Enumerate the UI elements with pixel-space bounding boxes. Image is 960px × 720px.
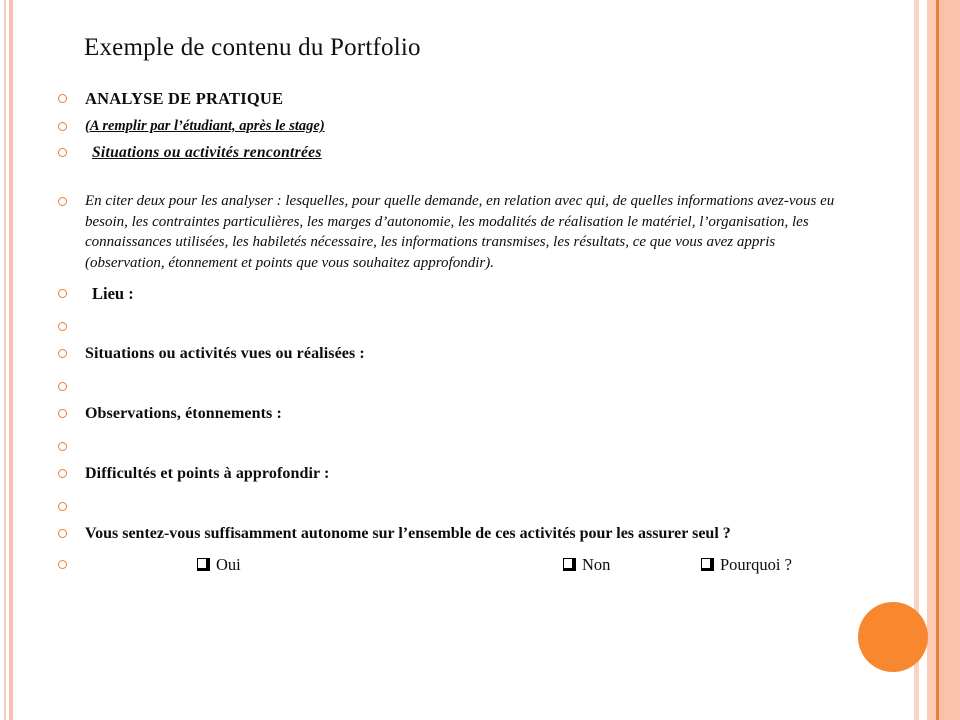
list-item: Situations ou activités rencontrées [58,142,848,163]
list-item: ANALYSE DE PRATIQUE [58,88,848,109]
list-item: (A remplir par l’étudiant, après le stag… [58,116,848,136]
option-pourquoi-label: Pourquoi ? [720,555,792,574]
bullet-ring-icon [58,322,67,331]
bullet-ring-icon [58,122,67,131]
bullet-ring-icon [58,502,67,511]
left-border-decoration [0,0,18,720]
list-item: Situations ou activités vues ou réalisée… [58,343,848,364]
bullet-ring-icon [58,197,67,206]
bullet-ring-icon [58,409,67,418]
orange-accent-circle [858,602,928,672]
bullet-ring-icon [58,442,67,451]
field-label-situations: Situations ou activités vues ou réalisée… [85,345,365,362]
bullet-ring-icon [58,289,67,298]
list-item-empty [58,376,848,398]
option-oui[interactable]: Oui [197,554,241,576]
list-item-empty [58,496,848,518]
checkbox-icon[interactable] [197,558,210,571]
field-label-difficultes: Difficultés et points à approfondir : [85,465,330,482]
option-non[interactable]: Non [563,554,610,576]
subheading-note: (A remplir par l’étudiant, après le stag… [85,118,325,134]
slide-canvas: Exemple de contenu du Portfolio ANALYSE … [0,0,960,720]
bullet-ring-icon [58,349,67,358]
list-item-empty [58,316,848,338]
right-border-stripe-2 [927,0,936,720]
list-item: Vous sentez-vous suffisamment autonome s… [58,523,848,544]
field-label-lieu: Lieu : [92,284,134,303]
option-oui-label: Oui [216,555,241,574]
analyse-heading: ANALYSE DE PRATIQUE [85,89,284,108]
instruction-paragraph: En citer deux pour les analyser : lesque… [85,193,835,271]
option-non-label: Non [582,555,611,574]
list-item: Difficultés et points à approfondir : [58,463,848,484]
autonomy-question: Vous sentez-vous suffisamment autonome s… [85,525,731,542]
list-item: En citer deux pour les analyser : lesque… [58,191,848,273]
list-item: Lieu : [58,283,848,304]
section-title: Situations ou activités rencontrées [92,144,322,161]
list-item-options: Oui Non Pourquoi ? [58,554,848,574]
bullet-ring-icon [58,94,67,103]
checkbox-icon[interactable] [563,558,576,571]
left-border-thick-line [9,0,13,720]
field-label-observations: Observations, étonnements : [85,405,282,422]
bullet-ring-icon [58,382,67,391]
right-border-stripe-5 [945,0,960,720]
page-title: Exemple de contenu du Portfolio [84,34,421,61]
bullet-ring-icon [58,529,67,538]
left-border-thin-line [4,0,6,720]
list-item-empty [58,436,848,458]
bullet-ring-icon [58,469,67,478]
checkbox-icon[interactable] [701,558,714,571]
option-pourquoi[interactable]: Pourquoi ? [701,554,792,576]
bullet-list: ANALYSE DE PRATIQUE (A remplir par l’étu… [58,88,848,574]
bullet-ring-icon [58,148,67,157]
bullet-ring-icon [58,560,67,569]
list-item: Observations, étonnements : [58,403,848,424]
